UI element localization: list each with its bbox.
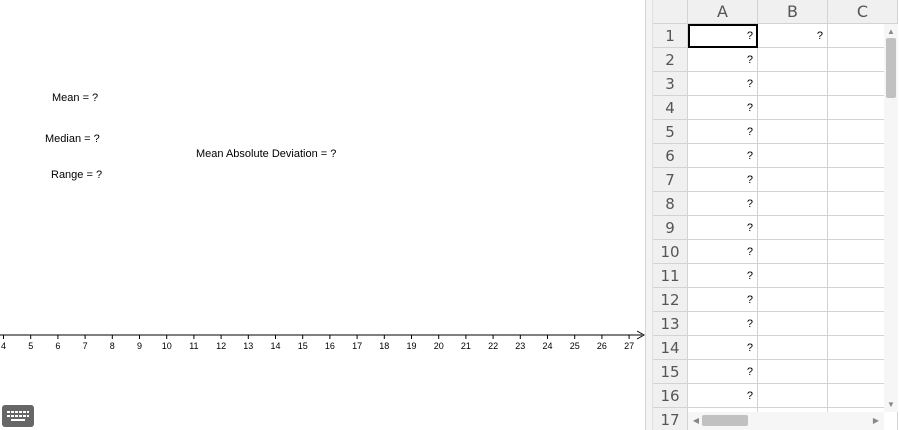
cell-b7[interactable] (758, 168, 828, 192)
tick-label: 13 (243, 341, 253, 351)
cell-b5[interactable] (758, 120, 828, 144)
tick-label: 27 (624, 341, 634, 351)
tick-group: 4 5 6 7 8 9 10 11 12 13 14 15 16 17 18 19 20 21 22 23 24 25 26… (1, 335, 634, 351)
cell-a11[interactable]: ? (688, 264, 758, 288)
tick-label: 21 (461, 341, 471, 351)
cell-b6[interactable] (758, 144, 828, 168)
view-divider[interactable] (645, 0, 653, 430)
tick-label: 24 (542, 341, 552, 351)
tick-label: 8 (110, 341, 115, 351)
tick-label: 20 (434, 341, 444, 351)
row-header-9[interactable]: 9 (653, 216, 688, 240)
cell-a9[interactable]: ? (688, 216, 758, 240)
cell-b12[interactable] (758, 288, 828, 312)
tick-label: 14 (270, 341, 280, 351)
spreadsheet-view[interactable]: ABC 1 2 3 4 5 6 7 8 9 10 11 12 13 14 15 16 17 ??????????… (653, 0, 900, 430)
cell-a4[interactable]: ? (688, 96, 758, 120)
tick-label: 17 (352, 341, 362, 351)
sheet-corner[interactable] (653, 0, 688, 24)
row-header-4[interactable]: 4 (653, 96, 688, 120)
tick-label: 6 (55, 341, 60, 351)
cell-a15[interactable]: ? (688, 360, 758, 384)
row-header-10[interactable]: 10 (653, 240, 688, 264)
cell-b9[interactable] (758, 216, 828, 240)
tick-label: 4 (1, 341, 6, 351)
cell-b10[interactable] (758, 240, 828, 264)
row-header-17[interactable]: 17 (653, 408, 688, 430)
tick-label: 19 (406, 341, 416, 351)
cell-a7[interactable]: ? (688, 168, 758, 192)
cell-b4[interactable] (758, 96, 828, 120)
row-header-16[interactable]: 16 (653, 384, 688, 408)
cell-a12[interactable]: ? (688, 288, 758, 312)
tick-label: 9 (137, 341, 142, 351)
cell-b16[interactable] (758, 384, 828, 408)
row-header-2[interactable]: 2 (653, 48, 688, 72)
cell-b1[interactable]: ? (758, 24, 828, 48)
cell-a6[interactable]: ? (688, 144, 758, 168)
cell-a10[interactable]: ? (688, 240, 758, 264)
tick-label: 12 (216, 341, 226, 351)
cell-b3[interactable] (758, 72, 828, 96)
keyboard-button[interactable] (2, 405, 34, 427)
cell-b15[interactable] (758, 360, 828, 384)
row-header-8[interactable]: 8 (653, 192, 688, 216)
row-header-1[interactable]: 1 (653, 24, 688, 48)
tick-label: 5 (28, 341, 33, 351)
column-header-b[interactable]: B (758, 0, 828, 24)
scroll-left-icon[interactable]: ◀ (690, 412, 702, 430)
tick-label: 15 (298, 341, 308, 351)
tick-label: 23 (515, 341, 525, 351)
cell-a13[interactable]: ? (688, 312, 758, 336)
keyboard-icon (7, 411, 29, 421)
tick-label: 25 (570, 341, 580, 351)
column-header-c[interactable]: C (828, 0, 898, 24)
graphics-view[interactable]: Mean = ? Median = ? Range = ? Mean Absol… (0, 0, 645, 430)
cell-a3[interactable]: ? (688, 72, 758, 96)
tick-label: 26 (597, 341, 607, 351)
cell-b8[interactable] (758, 192, 828, 216)
cell-b14[interactable] (758, 336, 828, 360)
cell-a14[interactable]: ? (688, 336, 758, 360)
tick-label: 11 (189, 341, 198, 351)
scroll-right-icon[interactable]: ▶ (870, 412, 882, 430)
row-header-5[interactable]: 5 (653, 120, 688, 144)
cell-a1[interactable]: ? (688, 24, 758, 48)
tick-label: 18 (379, 341, 389, 351)
scroll-up-icon[interactable]: ▲ (884, 25, 898, 39)
row-header-11[interactable]: 11 (653, 264, 688, 288)
row-header-3[interactable]: 3 (653, 72, 688, 96)
tick-label: 16 (325, 341, 335, 351)
tick-label: 7 (83, 341, 88, 351)
row-header-7[interactable]: 7 (653, 168, 688, 192)
number-line: 4 5 6 7 8 9 10 11 12 13 14 15 16 17 18 19 20 21 22 23 24 25 26… (0, 330, 645, 351)
column-header-a[interactable]: A (688, 0, 758, 24)
row-header-6[interactable]: 6 (653, 144, 688, 168)
cell-b11[interactable] (758, 264, 828, 288)
tick-label: 22 (488, 341, 498, 351)
row-header-15[interactable]: 15 (653, 360, 688, 384)
cell-b2[interactable] (758, 48, 828, 72)
tick-label: 10 (162, 341, 172, 351)
row-header-13[interactable]: 13 (653, 312, 688, 336)
cell-b13[interactable] (758, 312, 828, 336)
cell-a2[interactable]: ? (688, 48, 758, 72)
row-header-14[interactable]: 14 (653, 336, 688, 360)
cell-a5[interactable]: ? (688, 120, 758, 144)
vertical-scroll-thumb[interactable] (886, 38, 896, 98)
horizontal-scroll-thumb[interactable] (702, 415, 748, 426)
cell-a8[interactable]: ? (688, 192, 758, 216)
cell-a16[interactable]: ? (688, 384, 758, 408)
scroll-down-icon[interactable]: ▼ (884, 398, 898, 412)
row-header-12[interactable]: 12 (653, 288, 688, 312)
